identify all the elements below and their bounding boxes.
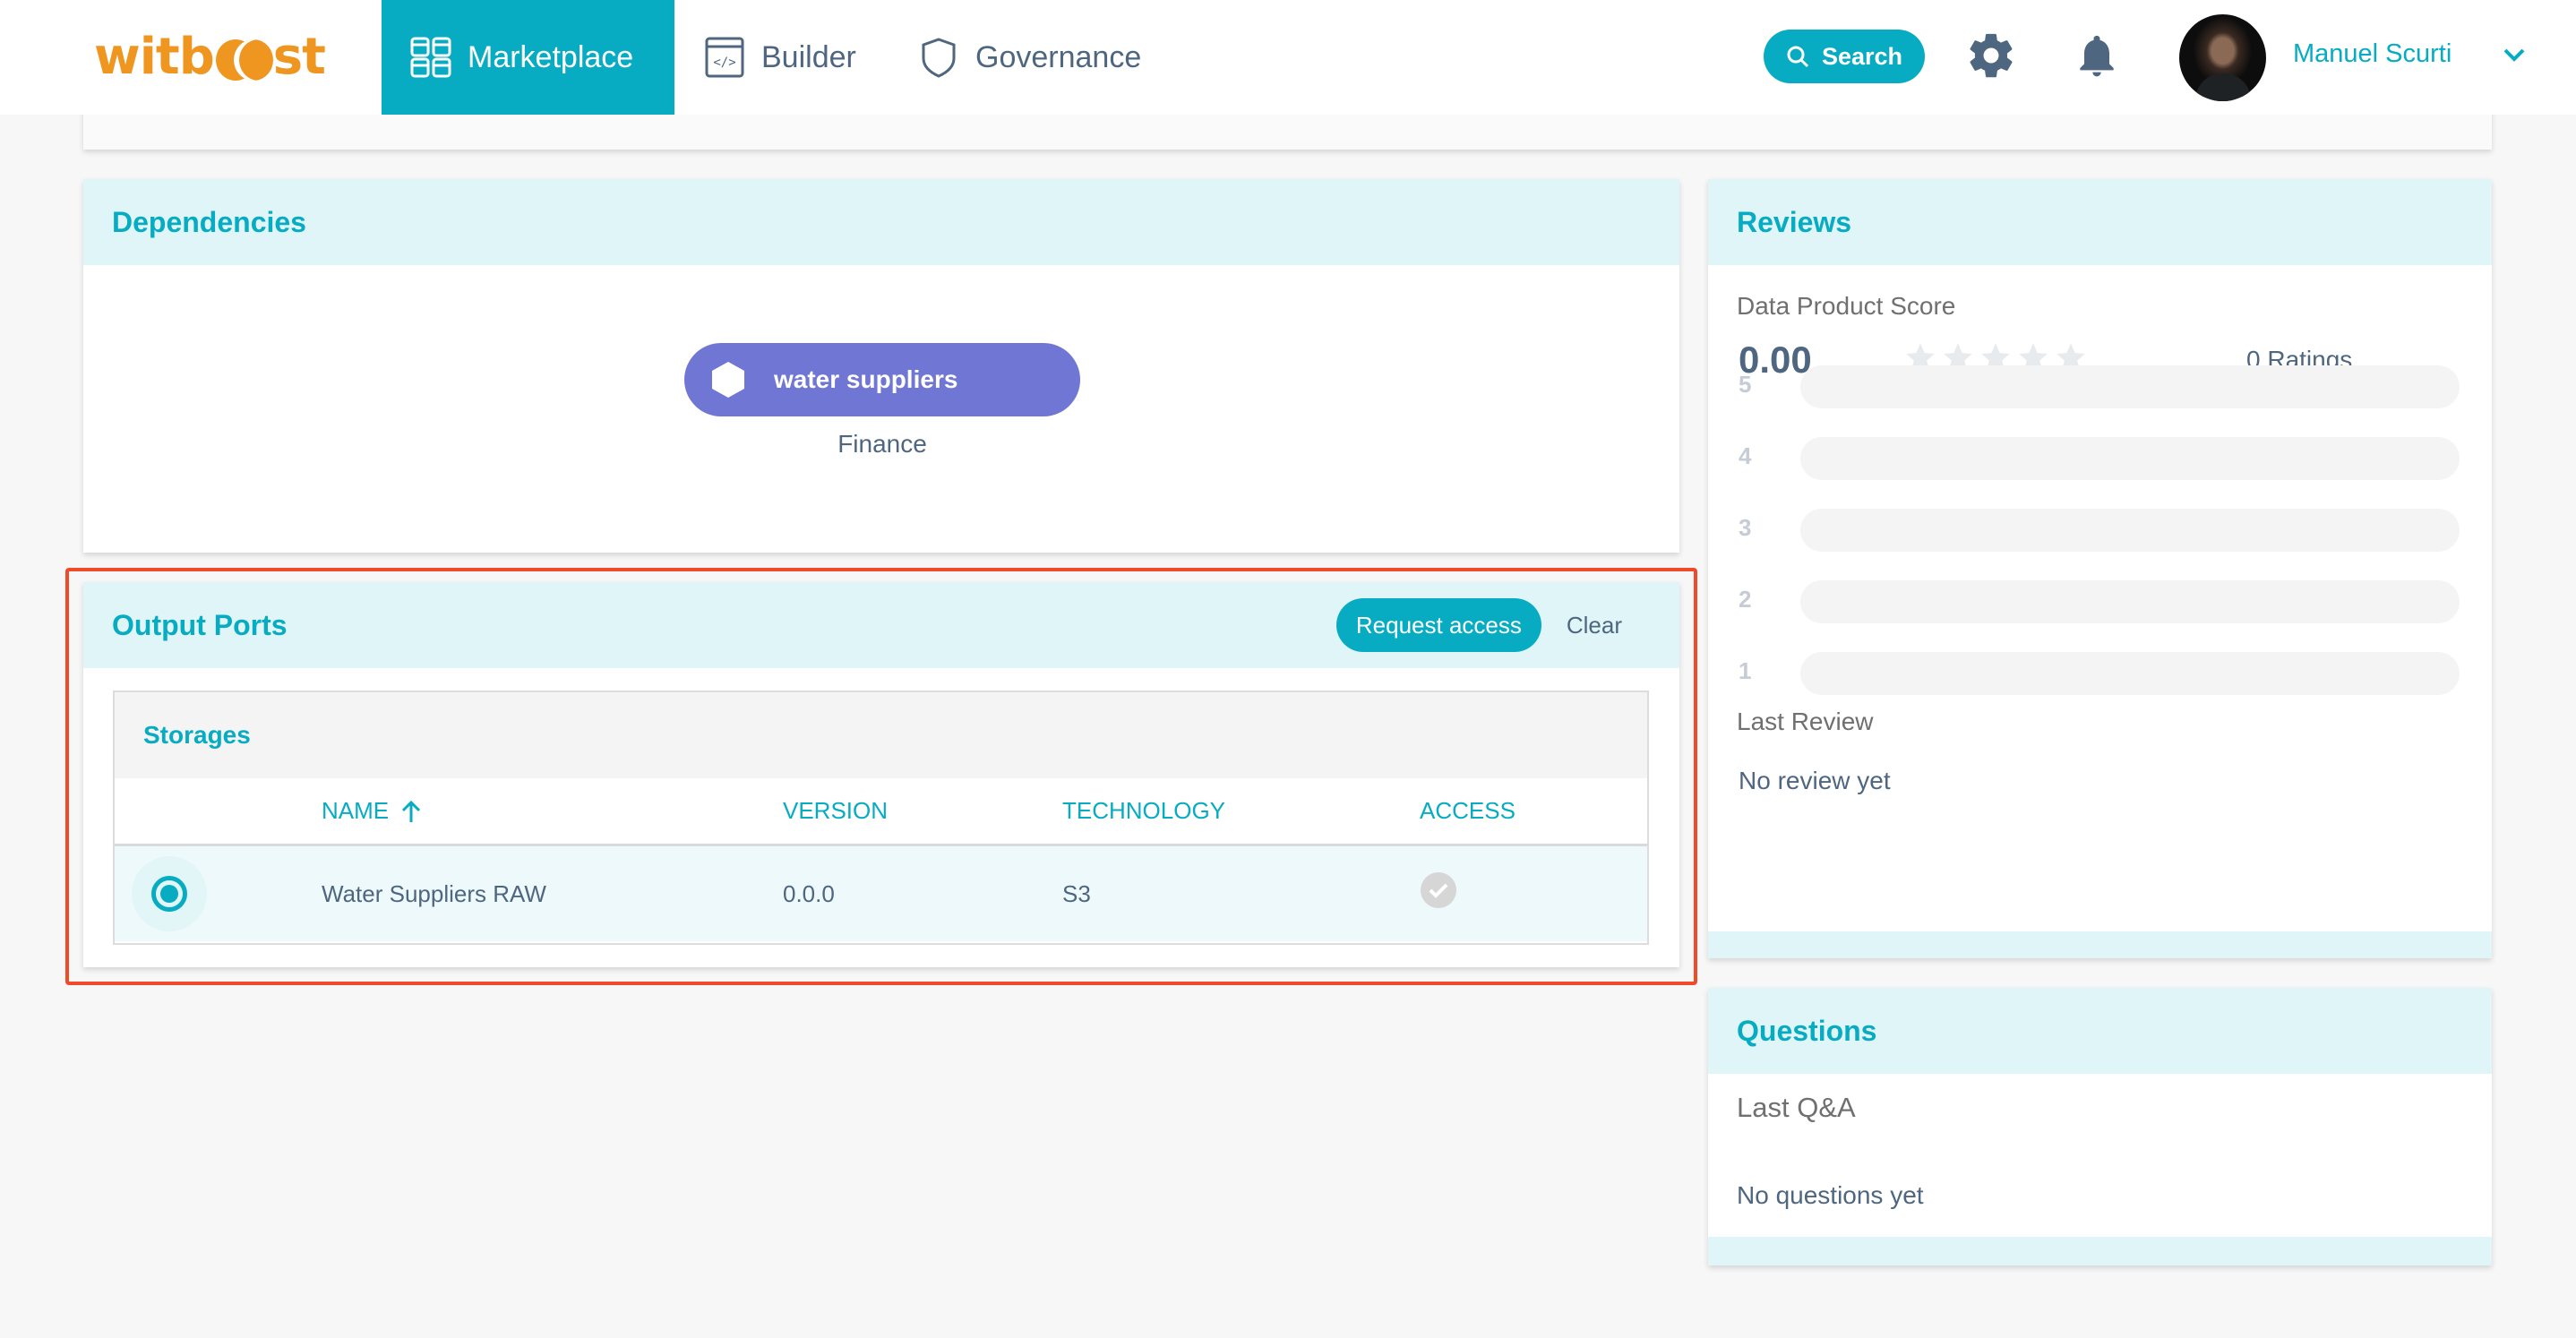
arrow-up-icon: [401, 800, 421, 823]
reviews-footer: [1708, 931, 2492, 958]
search-button[interactable]: Search: [1764, 30, 1925, 83]
rating-bar-track: [1800, 580, 2460, 623]
row-select-cell: [115, 856, 322, 931]
reviews-header: Reviews: [1708, 179, 2492, 265]
last-review-value: No review yet: [1739, 767, 1891, 794]
storages-title: Storages: [115, 692, 1647, 778]
storages-table: Storages NAME VERSION TECHNOLOGY ACCESS …: [113, 690, 1649, 945]
output-ports-card: Output Ports Request access Clear Storag…: [83, 582, 1679, 967]
dependency-domain: Finance: [837, 430, 927, 458]
questions-title: Questions: [1737, 1014, 1877, 1047]
rating-bar-label: 2: [1739, 586, 1752, 613]
shield-icon: [918, 37, 959, 78]
no-questions-text: No questions yet: [1737, 1181, 1924, 1209]
notifications-button[interactable]: [2070, 30, 2124, 84]
rating-bar-row: 4: [1708, 437, 2492, 480]
rating-bar-track: [1800, 437, 2460, 480]
request-access-button[interactable]: Request access: [1335, 598, 1541, 652]
search-button-label: Search: [1821, 42, 1903, 70]
dependency-chip[interactable]: water suppliers: [684, 343, 1080, 416]
output-ports-actions: Request access Clear: [1335, 598, 1651, 652]
rating-bar-label: 3: [1739, 514, 1752, 541]
bell-icon: [2072, 30, 2122, 86]
cell-name: Water Suppliers RAW: [322, 879, 546, 907]
settings-button[interactable]: [1964, 30, 2018, 84]
logo-text-start: witb: [94, 27, 215, 86]
rating-bar-label: 4: [1739, 442, 1752, 469]
reviews-title: Reviews: [1737, 205, 1852, 238]
logo-text-end: st: [272, 27, 326, 86]
tab-marketplace[interactable]: Marketplace: [382, 0, 674, 115]
user-menu-toggle[interactable]: [2499, 41, 2529, 72]
tab-governance-label: Governance: [975, 39, 1142, 74]
column-header-access[interactable]: ACCESS: [1420, 797, 1647, 825]
svg-text:</>: </>: [713, 56, 735, 70]
column-header-name[interactable]: NAME: [322, 797, 783, 825]
reviews-body: Data Product Score 0.00 0 Ratings 54321 …: [1708, 265, 2492, 931]
tab-governance[interactable]: Governance: [918, 0, 1141, 115]
dependencies-header: Dependencies: [83, 179, 1679, 265]
rating-bar-label: 5: [1739, 371, 1752, 398]
rating-bar-row: 3: [1708, 509, 2492, 552]
column-header-version[interactable]: VERSION: [783, 797, 1062, 825]
cell-technology: S3: [1062, 879, 1091, 907]
table-row[interactable]: Water Suppliers RAW 0.0.0 S3: [115, 846, 1647, 941]
rating-bar-label: 1: [1739, 657, 1752, 684]
chevron-down-icon: [2503, 47, 2526, 67]
reviews-card: Reviews Data Product Score 0.00 0 Rating…: [1708, 179, 2492, 958]
questions-body: Last Q&A No questions yet: [1708, 1074, 2492, 1237]
rating-bar-track: [1800, 509, 2460, 552]
gear-icon: [1965, 30, 2017, 86]
rating-bar-track: [1800, 365, 2460, 408]
rating-bar-row: 5: [1708, 365, 2492, 408]
last-qa-label: Last Q&A: [1737, 1092, 1856, 1123]
radio-selected-icon: [150, 876, 187, 912]
questions-footer: [1708, 1237, 2492, 1265]
questions-card: Questions Last Q&A No questions yet: [1708, 988, 2492, 1265]
table-header-row: NAME VERSION TECHNOLOGY ACCESS: [115, 778, 1647, 846]
tab-builder-label: Builder: [761, 39, 856, 74]
top-navigation-bar: witb st Marketplace </> Builder Governan…: [0, 0, 2576, 115]
dependency-name: water suppliers: [774, 365, 958, 393]
clear-button[interactable]: Clear: [1567, 612, 1622, 639]
witboost-logo[interactable]: witb st: [94, 27, 326, 86]
grid-icon: [410, 37, 451, 78]
last-review-label: Last Review: [1737, 708, 1874, 735]
score-label: Data Product Score: [1737, 292, 1956, 320]
cell-version: 0.0.0: [783, 879, 835, 907]
user-avatar[interactable]: [2179, 14, 2266, 101]
row-radio-button[interactable]: [131, 856, 207, 931]
column-header-name-label: NAME: [322, 797, 390, 824]
user-name[interactable]: Manuel Scurti: [2293, 39, 2451, 69]
cell-access: [1420, 872, 1647, 908]
hexagon-icon: [711, 361, 745, 399]
rating-bar-track: [1800, 652, 2460, 695]
rating-bar-row: 1: [1708, 652, 2492, 695]
search-icon: [1786, 45, 1809, 68]
dependencies-title: Dependencies: [112, 205, 306, 238]
output-ports-title: Output Ports: [112, 608, 288, 641]
column-header-technology[interactable]: TECHNOLOGY: [1062, 797, 1420, 825]
questions-header: Questions: [1708, 988, 2492, 1074]
code-window-icon: </>: [704, 37, 745, 78]
tab-marketplace-label: Marketplace: [468, 39, 634, 74]
output-ports-header: Output Ports Request access Clear: [83, 582, 1679, 668]
check-circle-icon: [1421, 872, 1456, 908]
tab-builder[interactable]: </> Builder: [704, 0, 856, 115]
logo-oo-mark: [215, 39, 273, 81]
rating-bar-row: 2: [1708, 580, 2492, 623]
